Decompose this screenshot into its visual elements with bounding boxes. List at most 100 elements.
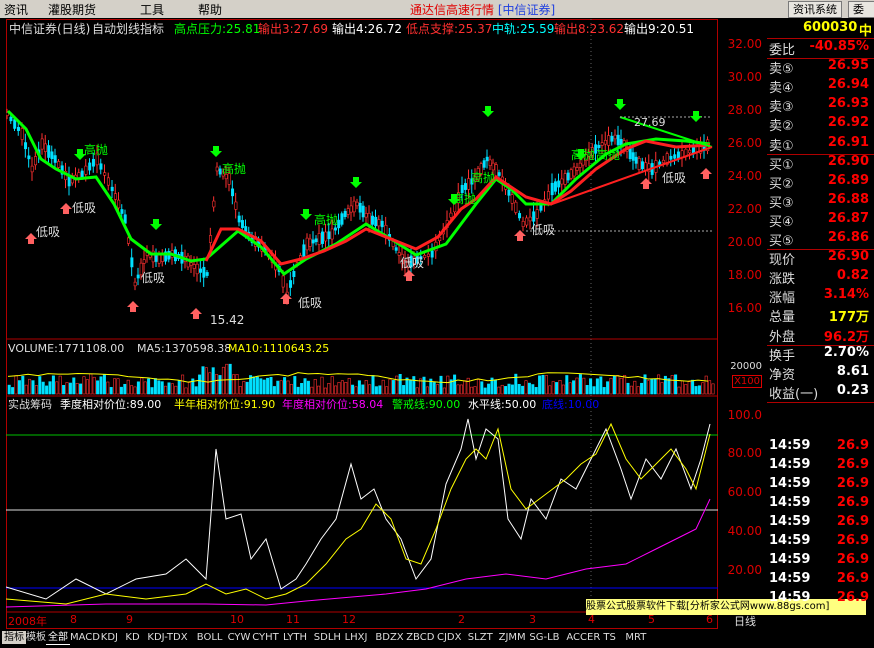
osc-title: 实战筹码 [8,397,52,411]
menu-item-info[interactable]: 资讯 [4,1,28,18]
quote-label: 净资 [769,367,796,383]
indicator-tab[interactable]: CYHT [250,631,281,644]
indicator-tab[interactable]: 模板 [24,631,48,644]
tick-row: 14:59 26.9 [769,552,871,571]
low-buy-label: 低吸 [531,223,555,237]
volume-label: VOLUME:1771108.00 [8,342,124,355]
tick-price: 26.9 [836,476,869,491]
main-indicator-name: 自动划线指标 [92,21,164,36]
quote-row: 总量 177万 [769,306,871,325]
tick-row: 14:59 26.9 [769,571,871,590]
indicator-tab[interactable]: LHXJ [343,631,370,644]
quote-value: 26.92 [827,115,869,131]
quote-value: -40.85% [809,39,869,54]
tick-row: 14:59 26.9 [769,457,871,476]
main-header-value: 高点压力:25.81 [174,21,260,36]
tick-price: 26.9 [836,552,869,567]
quote-label: 卖④ [769,81,794,97]
date-tick: 12 [342,613,356,626]
date-tick: 8 [70,613,77,626]
quote-label: 外盘 [769,329,796,345]
date-tick: 10 [230,613,244,626]
date-tick: 2 [458,613,465,626]
indicator-tab[interactable]: KDJ-TDX [145,631,189,644]
indicator-tab[interactable]: BDZX [373,631,405,644]
tick-row: 14:59 26.9 [769,590,871,609]
low-buy-label: 低吸 [141,271,165,285]
price-tick: 32.00 [727,37,762,51]
quote-row: 委比 -40.85% [769,39,871,58]
price-tick: 20.00 [727,235,762,249]
main-header-value: 输出3:27.69 [258,21,328,36]
indicator-tab[interactable]: MRT [623,631,648,644]
indicator-tab[interactable]: LYTH [281,631,309,644]
indicator-tab[interactable]: MACD [68,631,102,644]
indicator-tab[interactable]: CJDX [435,631,463,644]
indicator-tab[interactable]: 指标 [2,631,26,644]
period-label: 日线 [734,615,756,628]
menu-item-futures[interactable]: 灌股期货 [48,1,96,18]
tick-row: 14:59 26.9 [769,476,871,495]
quote-row: 现价 26.90 [769,249,871,268]
quote-label: 收益(一) [769,386,819,402]
divider [767,401,874,403]
osc-header-value: 警戒线:90.00 [392,397,460,411]
quote-label: 买① [769,157,794,173]
indicator-tab[interactable]: SLZT [466,631,495,644]
indicator-tab[interactable]: ACCER [564,631,602,644]
quote-label: 现价 [769,253,796,269]
price-tick: 26.00 [727,136,762,150]
main-header-value: 输出4:26.72 [332,21,402,36]
order-button[interactable]: 委 [848,1,874,18]
tick-price: 26.9 [836,590,869,605]
low-price-label: 15.42 [210,313,244,327]
indicator-tab[interactable]: TS [601,631,617,644]
indicator-tab[interactable]: KD [123,631,141,644]
indicator-tab[interactable]: ZBCD [404,631,436,644]
high-sell-label: 高抛 [314,212,338,227]
quote-label: 买④ [769,214,794,230]
price-tick: 22.00 [727,202,762,216]
quote-value: 0.23 [836,382,869,398]
quote-row: 卖② 26.92 [769,115,871,134]
indicator-tab[interactable]: BOLL [195,631,225,644]
indicator-tab[interactable]: SG-LB [527,631,561,644]
quote-value: 26.88 [827,191,869,207]
quote-value: 0.82 [836,268,869,284]
quote-panel: 600030 中 委比 -40.85% 卖⑤ 26.95 卖④ 26.94 卖③ 26.93 卖… [767,19,874,647]
menu-item-help[interactable]: 帮助 [198,1,222,18]
info-system-button[interactable]: 资讯系统 [788,1,842,18]
quote-row: 外盘 96.2万 [769,326,871,345]
indicator-tab[interactable]: 全部 [46,631,70,645]
quote-label: 换手 [769,348,796,364]
indicator-tab[interactable]: SDLH [312,631,343,644]
menu-bar: 资讯 灌股期货 工具 帮助 通达信高速行情 [中信证券] 资讯系统 委 [0,0,874,18]
high-sell-label: 高抛 [84,142,108,157]
tick-time: 14:59 [769,457,811,472]
quote-label: 卖① [769,138,794,154]
high-sell-label: 高抛 [222,161,246,176]
osc-tick: 40.00 [727,524,762,538]
main-header-value: 低点支撑:25.37 [406,21,492,36]
osc-tick: 60.00 [727,485,762,499]
high-price-label: 27.69 [634,116,666,129]
quote-value: 26.94 [827,77,869,93]
tick-time: 14:59 [769,590,811,605]
tick-price: 26.9 [836,457,869,472]
quote-value: 177万 [828,310,869,326]
indicator-tab[interactable]: ZJMM [497,631,528,644]
tick-price: 26.9 [836,438,869,453]
kline-chart[interactable]: 中信证券(日线) 自动划线指标 高点压力:25.81输出3:27.69 输出4:2… [6,19,718,629]
tick-price: 26.9 [836,571,869,586]
quote-row: 涨跌 0.82 [769,268,871,287]
quote-row: 涨幅 3.14% [769,287,871,306]
quote-value: 26.87 [827,210,869,226]
indicator-tab[interactable]: KDJ [99,631,120,644]
low-buy-label: 低吸 [36,225,60,239]
quote-row: 卖③ 26.93 [769,96,871,115]
quote-row: 换手 2.70% [769,345,871,364]
date-tick: 4 [588,613,595,626]
indicator-tab[interactable]: CYW [226,631,253,644]
date-tick: 9 [126,613,133,626]
menu-item-tools[interactable]: 工具 [140,1,164,18]
